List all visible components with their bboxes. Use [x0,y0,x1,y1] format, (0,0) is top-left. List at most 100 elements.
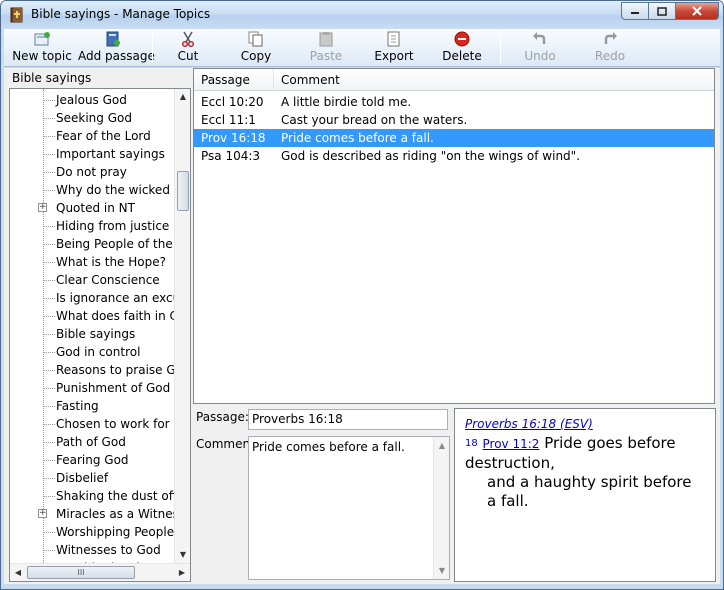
passage-cell: Psa 104:3 [201,149,261,163]
expand-icon[interactable]: + [38,509,47,518]
cross-reference-link[interactable]: Prov 11:2 [483,437,540,451]
add-passage-button[interactable]: Add passage [78,31,155,65]
window-title: Bible sayings - Manage Topics [31,7,211,21]
tree-connector [43,334,55,335]
new-topic-button[interactable]: New topic [12,31,72,65]
tree-item[interactable]: Is ignorance an excuse [10,289,176,307]
tree-connector [43,370,55,371]
tree-item[interactable]: What does faith in Chr [10,307,176,325]
verse-preview: Proverbs 16:18 (ESV) 18 Prov 11:2 Pride … [454,408,716,582]
tree-header: Bible sayings [12,71,92,85]
scroll-down-icon[interactable]: ▼ [434,566,450,575]
tree-item[interactable]: Bible sayings [10,325,176,343]
delete-button[interactable]: Delete [440,31,484,65]
tree-item[interactable]: God in control [10,343,176,361]
tree-item[interactable]: Why do the wicked pr [10,181,176,199]
tree-item[interactable]: Shaking the dust off th [10,487,176,505]
tree-item[interactable]: Fearing God [10,451,176,469]
tree-item[interactable]: Worshipping People [10,523,176,541]
topic-tree[interactable]: Jealous God Seeking God Fear of the Lord Im… [9,88,191,582]
tree-item[interactable]: Seeking God [10,109,176,127]
scroll-thumb-horizontal[interactable]: III [27,566,135,579]
list-row[interactable]: Prov 16:18 Pride comes before a fall. [194,129,714,147]
redo-icon [604,32,617,44]
passage-cell: Prov 16:18 [201,131,266,145]
verse-reference-link[interactable]: Proverbs 16:18 (ESV) [465,417,705,431]
tree-item[interactable]: Hiding from justice [10,217,176,235]
tree-item[interactable]: + Miracles as a Witness [10,505,176,523]
tree-item[interactable]: Punishment of God [10,379,176,397]
column-header-comment[interactable]: Comment [274,69,714,91]
undo-button[interactable]: Undo [518,31,562,65]
copy-button[interactable]: Copy [234,31,278,65]
tree-item[interactable]: Being People of the Lo [10,235,176,253]
comment-field[interactable]: Pride comes before a fall. ▲ ▼ [248,436,450,580]
comment-scrollbar[interactable]: ▲ ▼ [433,437,449,579]
minimize-icon [631,12,639,14]
tree-item[interactable]: Important sayings [10,145,176,163]
tree-item[interactable]: + Quoted in NT [10,199,176,217]
expand-icon[interactable]: + [38,203,47,212]
tree-item[interactable]: Jealous God [10,91,176,109]
tree-items: Jealous God Seeking God Fear of the Lord Im… [10,89,176,563]
maximize-button[interactable] [648,2,675,20]
tree-item[interactable]: Fear of the Lord [10,127,176,145]
delete-icon [454,31,470,47]
tree-item-label: Bible sayings [56,327,136,341]
passage-field[interactable]: Proverbs 16:18 [248,409,448,430]
tree-item-label: Disbelief [56,471,109,485]
cut-button[interactable]: Cut [166,31,210,65]
tree-item[interactable]: Fasting [10,397,176,415]
tree-item[interactable]: Do not pray [10,163,176,181]
tree-connector [43,532,55,533]
tree-item[interactable]: Chosen to work for Go [10,415,176,433]
tree-item[interactable]: What is the Hope? [10,253,176,271]
scroll-right-icon[interactable]: ▶ [174,564,190,581]
tree-item-label: What is the Hope? [56,255,166,269]
list-row[interactable]: Eccl 11:1 Cast your bread on the waters. [194,111,714,129]
comment-cell: Pride comes before a fall. [281,131,434,145]
tree-connector [43,298,55,299]
export-button[interactable]: Export [372,31,416,65]
tree-item-label: Shaking the dust off th [56,489,176,503]
tree-item-label: Clear Conscience [56,273,160,287]
tree-connector [43,280,55,281]
tree-item[interactable]: Clear Conscience [10,271,176,289]
tree-connector [43,154,55,155]
list-row[interactable]: Psa 104:3 God is described as riding "on … [194,147,714,165]
tree-connector [43,550,55,551]
verse-number: 18 [465,438,478,449]
scroll-up-icon[interactable]: ▲ [434,441,450,450]
passage-list[interactable]: Passage Comment Eccl 10:20 A little birdi… [193,68,715,404]
toolbar: New topic Add passage Cut Copy Paste Exp… [4,29,720,67]
main-window: Bible sayings - Manage Topics New topic … [0,0,724,590]
tree-item[interactable]: Path of God [10,433,176,451]
minimize-button[interactable] [621,2,648,20]
tree-item-label: Important sayings [56,147,165,161]
tree-item[interactable]: Witnesses to God [10,541,176,559]
tree-item-label: Jealous God [56,93,127,107]
tree-vertical-scrollbar[interactable]: ▲ ▼ [174,89,190,563]
list-row[interactable]: Eccl 10:20 A little birdie told me. [194,93,714,111]
title-bar[interactable]: Bible sayings - Manage Topics [1,1,723,29]
client-area: Bible sayings Jealous God Seeking God Fear… [4,68,720,584]
column-header-passage[interactable]: Passage [194,69,274,91]
tree-horizontal-scrollbar[interactable]: ◀ III ▶ [10,563,190,581]
tree-item[interactable]: Disbelief [10,469,176,487]
tree-connector [43,226,55,227]
comment-text: Pride comes before a fall. [252,440,405,454]
scroll-left-icon[interactable]: ◀ [10,564,26,581]
scroll-up-icon[interactable]: ▲ [175,89,191,105]
tree-item-label: Punishment of God [56,381,171,395]
paste-icon [319,32,333,47]
tree-connector [43,136,55,137]
redo-button[interactable]: Redo [588,31,632,65]
close-button[interactable] [675,2,719,20]
scroll-thumb[interactable] [177,171,189,211]
scroll-down-icon[interactable]: ▼ [175,547,191,563]
tree-item[interactable]: Reasons to praise God [10,361,176,379]
toolbar-separator [152,33,153,63]
paste-button[interactable]: Paste [304,31,348,65]
tree-connector [43,262,55,263]
tree-connector [43,442,55,443]
